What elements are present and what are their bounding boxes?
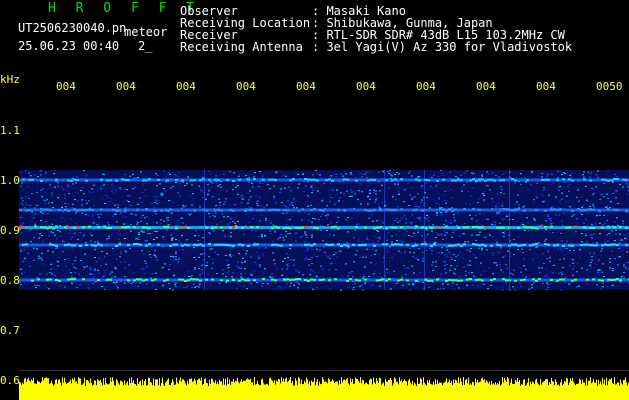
vertical-streak bbox=[424, 170, 425, 290]
signal-line bbox=[19, 208, 629, 212]
y-tick-label: 1.0 bbox=[0, 174, 20, 187]
x-tick-label: 004 bbox=[536, 80, 556, 93]
y-tick-label: 0.8 bbox=[0, 274, 20, 287]
x-tick-label: 004 bbox=[56, 80, 76, 93]
x-tick-label: 0050 bbox=[596, 80, 623, 93]
y-tick-label: 0.6 bbox=[0, 374, 20, 387]
date-time: 25.06.23 00:40 bbox=[18, 39, 120, 53]
x-tick-label: 004 bbox=[296, 80, 316, 93]
x-tick-label: 004 bbox=[476, 80, 496, 93]
file-suffix: meteor bbox=[124, 25, 168, 39]
antenna-value: : 3el Yagi(V) Az 330 for Vladivostok bbox=[312, 40, 573, 54]
spectrogram-window: H R O F F T UT2506230040.pn meteor 25.06… bbox=[0, 0, 629, 400]
x-tick-label: 004 bbox=[416, 80, 436, 93]
vertical-streak bbox=[509, 170, 510, 290]
extra-code: 2_ bbox=[138, 39, 153, 53]
signal-line bbox=[19, 178, 629, 182]
y-tick-label: 1.1 bbox=[0, 124, 20, 137]
brand-title: H R O F F T bbox=[48, 1, 201, 16]
y-tick-label: 0.9 bbox=[0, 224, 20, 237]
strip-separator bbox=[19, 370, 629, 371]
x-tick-label: 004 bbox=[116, 80, 136, 93]
noise-band bbox=[19, 170, 629, 290]
antenna-label: Receiving Antenna bbox=[180, 40, 303, 54]
signal-line bbox=[19, 278, 629, 282]
vertical-streak bbox=[384, 170, 385, 290]
x-tick-label: 004 bbox=[176, 80, 196, 93]
vertical-streak bbox=[204, 170, 205, 290]
signal-line bbox=[19, 225, 629, 230]
x-tick-label: 004 bbox=[356, 80, 376, 93]
y-tick-label: 0.7 bbox=[0, 324, 20, 337]
y-axis-unit-label: kHz bbox=[0, 73, 20, 86]
file-name: UT2506230040.pn bbox=[18, 21, 127, 35]
amplitude-strip bbox=[19, 377, 629, 400]
signal-line bbox=[19, 243, 629, 247]
spectrogram-plot bbox=[19, 170, 629, 400]
x-tick-label: 004 bbox=[236, 80, 256, 93]
